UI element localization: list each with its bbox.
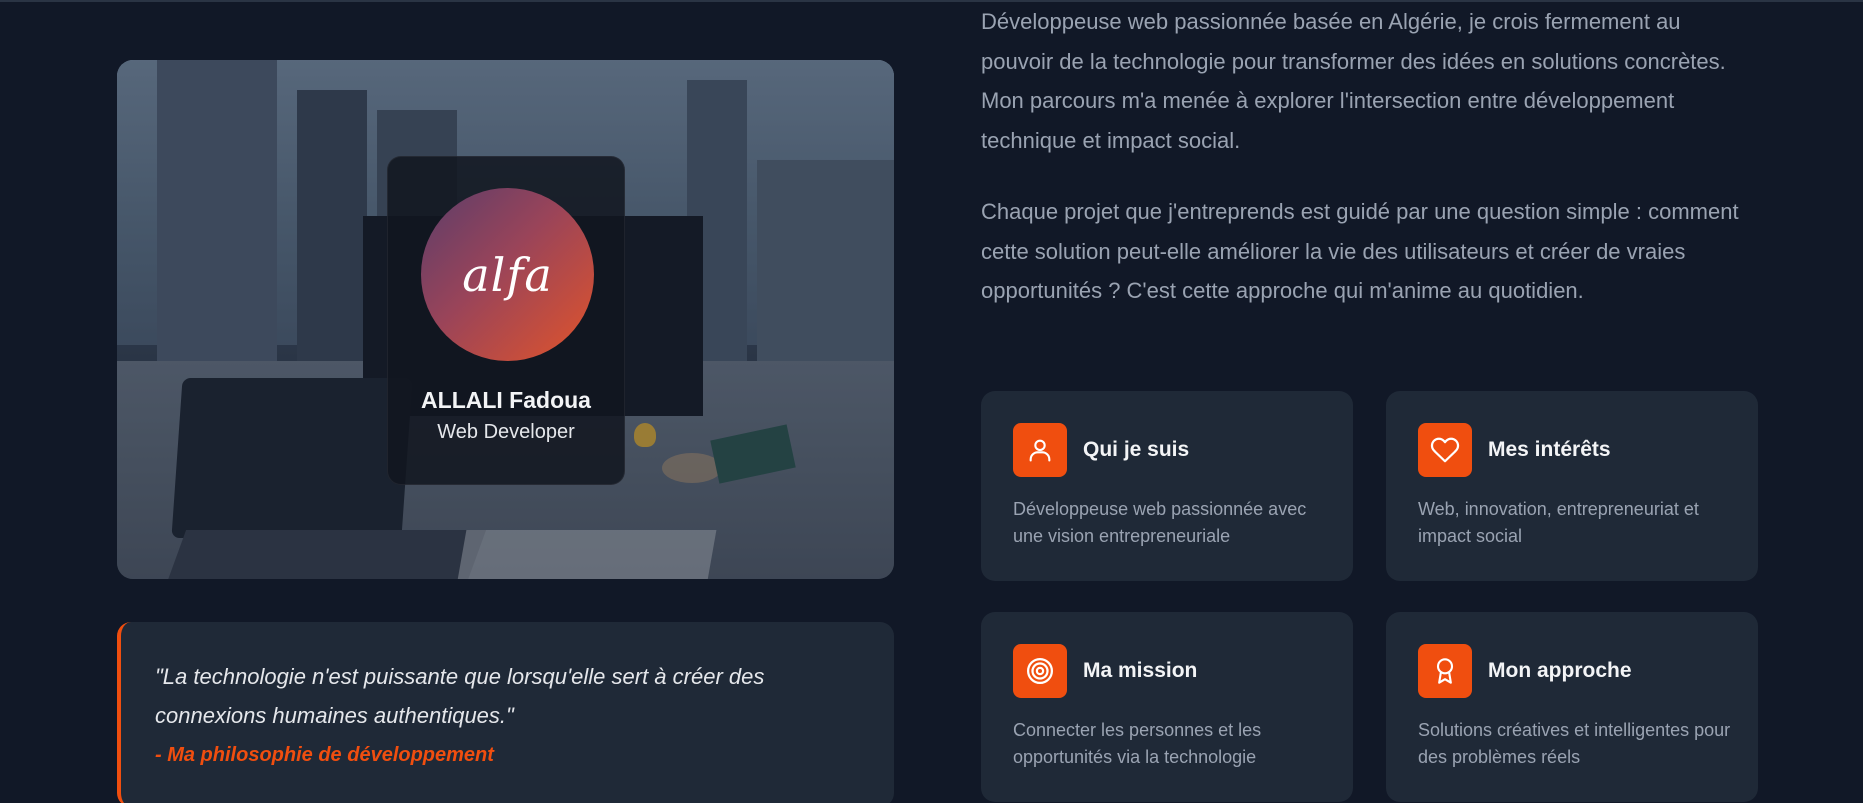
card-title: Ma mission [1083,659,1198,682]
card-description: Solutions créatives et intelligentes pou… [1418,720,1731,767]
profile-card: alfa ALLALI Fadoua Web Developer [387,156,625,485]
quote-signature: - Ma philosophie de développement [155,744,494,766]
card-description: Connecter les personnes et les opportuni… [1013,720,1262,767]
profile-role: Web Developer [437,421,575,443]
about-paragraph-1: Développeuse web passionnée basée en Alg… [981,9,1726,153]
card-qui-je-suis: Qui je suis Développeuse web passionnée … [981,391,1353,581]
card-mes-interets: Mes intérêts Web, innovation, entreprene… [1386,391,1758,581]
card-description: Web, innovation, entrepreneuriat et impa… [1418,499,1699,546]
target-icon [1013,644,1067,698]
avatar-logo-text: alfa [462,247,553,302]
card-title: Mes intérêts [1488,438,1611,461]
about-paragraph-2: Chaque projet que j'entreprends est guid… [981,199,1739,303]
heart-icon [1418,423,1472,477]
quote-card: "La technologie n'est puissante que lors… [117,622,894,803]
award-icon [1418,644,1472,698]
card-ma-mission: Ma mission Connecter les personnes et le… [981,612,1353,802]
quote-text: "La technologie n'est puissante que lors… [155,664,765,728]
card-description: Développeuse web passionnée avec une vis… [1013,499,1307,546]
user-icon [1013,423,1067,477]
card-title: Mon approche [1488,659,1632,682]
profile-name: ALLALI Fadoua [421,387,591,413]
avatar: alfa [421,188,594,361]
card-mon-approche: Mon approche Solutions créatives et inte… [1386,612,1758,802]
card-title: Qui je suis [1083,438,1190,461]
